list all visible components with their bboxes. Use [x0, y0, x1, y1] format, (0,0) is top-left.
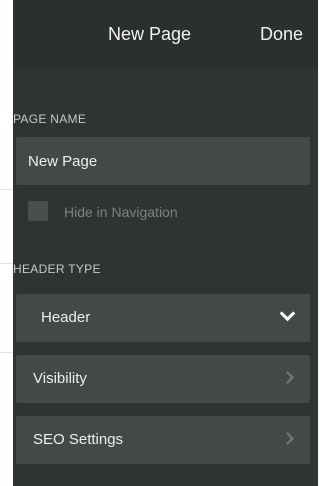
background-page-area	[0, 0, 13, 486]
seo-settings-menu-item[interactable]: SEO Settings	[16, 416, 310, 464]
chevron-right-icon	[281, 432, 294, 445]
background-divider	[0, 263, 13, 264]
done-button[interactable]: Done	[260, 24, 303, 45]
seo-settings-label: SEO Settings	[33, 431, 124, 448]
visibility-menu-item[interactable]: Visibility	[16, 355, 310, 403]
panel-header: New Page Done	[13, 0, 318, 68]
hide-in-navigation-label: Hide in Navigation	[64, 204, 178, 220]
background-divider	[0, 189, 13, 190]
chevron-right-icon	[281, 371, 294, 384]
header-type-selected-value: Header	[41, 309, 91, 326]
panel-title: New Page	[108, 24, 192, 44]
page-settings-panel: New Page Done PAGE NAME Hide in Navigati…	[13, 0, 318, 486]
hide-in-navigation-checkbox[interactable]	[28, 201, 48, 221]
background-divider	[0, 352, 13, 353]
header-type-section-label: HEADER TYPE	[13, 262, 101, 276]
visibility-label: Visibility	[33, 370, 87, 387]
chevron-down-icon	[279, 305, 296, 322]
page-name-input[interactable]	[16, 137, 310, 185]
header-type-dropdown[interactable]: Header	[16, 294, 310, 342]
page-name-section-label: PAGE NAME	[13, 112, 87, 126]
